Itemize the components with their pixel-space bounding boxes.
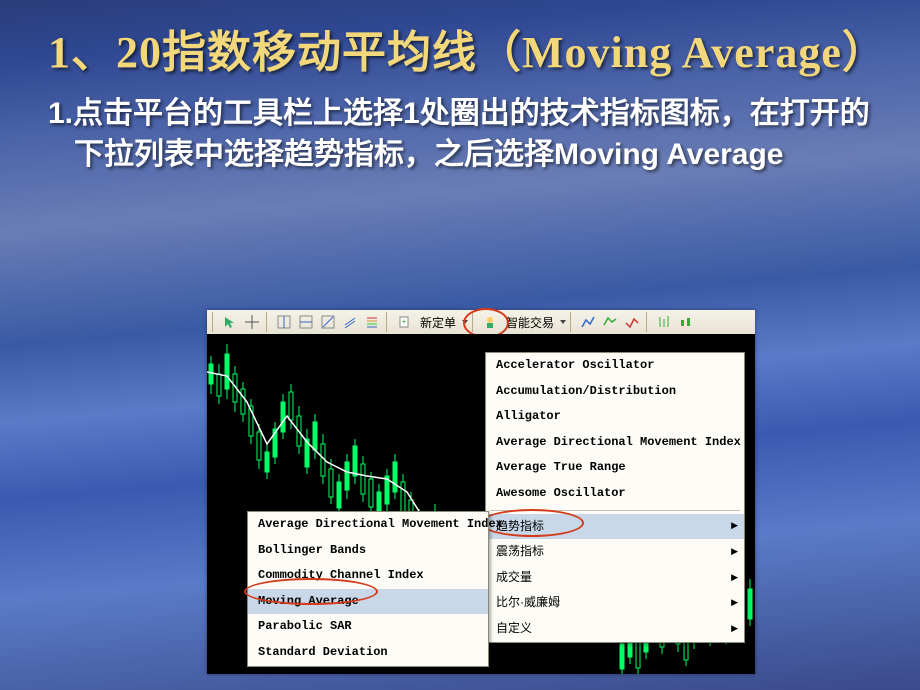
toolbar-separator bbox=[386, 312, 390, 332]
candles-icon[interactable] bbox=[676, 312, 696, 332]
menu-item[interactable]: Alligator bbox=[486, 404, 744, 430]
dropdown-icon[interactable] bbox=[462, 317, 468, 327]
menu-item-trend[interactable]: 趋势指标 ▶ bbox=[486, 514, 744, 540]
cursor-icon[interactable] bbox=[220, 312, 240, 332]
new-order-label[interactable]: 新定单 bbox=[416, 314, 460, 331]
submenu-item[interactable]: Bollinger Bands bbox=[248, 538, 488, 564]
submenu-arrow-icon: ▶ bbox=[731, 521, 738, 533]
bars-icon[interactable] bbox=[654, 312, 674, 332]
period-icon[interactable] bbox=[600, 312, 620, 332]
menu-item-label: 自定义 bbox=[496, 621, 532, 635]
slide: 1、20指数移动平均线（Moving Average） 1.点击平台的工具栏上选… bbox=[0, 0, 920, 690]
template-icon[interactable] bbox=[622, 312, 642, 332]
menu-item-label: 震荡指标 bbox=[496, 544, 544, 558]
menu-item[interactable]: Awesome Oscillator bbox=[486, 481, 744, 507]
crosshair-icon[interactable] bbox=[242, 312, 262, 332]
svg-text:+: + bbox=[402, 317, 407, 326]
submenu-item[interactable]: Standard Deviation bbox=[248, 640, 488, 666]
fibo-icon[interactable] bbox=[362, 312, 382, 332]
channel-icon[interactable] bbox=[340, 312, 360, 332]
menu-item[interactable]: 比尔·威廉姆 ▶ bbox=[486, 590, 744, 616]
slide-title: 1、20指数移动平均线（Moving Average） bbox=[48, 28, 872, 79]
menu-item[interactable]: 震荡指标 ▶ bbox=[486, 539, 744, 565]
platform-screenshot: + 新定单 智能交易 bbox=[207, 310, 755, 674]
trend-submenu[interactable]: Average Directional Movement Index Bolli… bbox=[247, 511, 489, 667]
submenu-item[interactable]: Commodity Channel Index bbox=[248, 563, 488, 589]
toolbar-separator bbox=[266, 312, 270, 332]
menu-item-label: 成交量 bbox=[496, 570, 532, 584]
menu-item[interactable]: Accelerator Oscillator bbox=[486, 353, 744, 379]
trendline-icon[interactable] bbox=[318, 312, 338, 332]
submenu-arrow-icon: ▶ bbox=[731, 546, 738, 558]
menu-item[interactable]: 成交量 ▶ bbox=[486, 565, 744, 591]
vline-icon[interactable] bbox=[274, 312, 294, 332]
menu-divider bbox=[490, 510, 740, 511]
indicator-menu[interactable]: Accelerator Oscillator Accumulation/Dist… bbox=[485, 352, 745, 643]
slide-body: 1.点击平台的工具栏上选择1处圈出的技术指标图标，在打开的下拉列表中选择趋势指标… bbox=[48, 93, 872, 176]
indicator-icon[interactable] bbox=[578, 312, 598, 332]
submenu-arrow-icon: ▶ bbox=[731, 623, 738, 635]
toolbar: + 新定单 智能交易 bbox=[207, 310, 755, 335]
menu-item[interactable]: Accumulation/Distribution bbox=[486, 379, 744, 405]
toolbar-separator bbox=[212, 312, 216, 332]
toolbar-separator bbox=[646, 312, 650, 332]
menu-item-label: 趋势指标 bbox=[496, 519, 544, 533]
menu-item-label: 比尔·威廉姆 bbox=[496, 595, 560, 609]
submenu-item[interactable]: Average Directional Movement Index bbox=[248, 512, 488, 538]
submenu-item[interactable]: Parabolic SAR bbox=[248, 614, 488, 640]
toolbar-separator bbox=[472, 312, 476, 332]
submenu-item-moving-average[interactable]: Moving Average bbox=[248, 589, 488, 615]
toolbar-separator bbox=[570, 312, 574, 332]
auto-trade-label[interactable]: 智能交易 bbox=[502, 314, 558, 331]
submenu-arrow-icon: ▶ bbox=[731, 572, 738, 584]
menu-item[interactable]: Average Directional Movement Index bbox=[486, 430, 744, 456]
expert-icon[interactable] bbox=[480, 312, 500, 332]
new-order-icon[interactable]: + bbox=[394, 312, 414, 332]
submenu-arrow-icon: ▶ bbox=[731, 597, 738, 609]
chart-area: Accelerator Oscillator Accumulation/Dist… bbox=[207, 334, 755, 674]
menu-item[interactable]: 自定义 ▶ bbox=[486, 616, 744, 642]
hline-icon[interactable] bbox=[296, 312, 316, 332]
dropdown-icon[interactable] bbox=[560, 317, 566, 327]
menu-item[interactable]: Average True Range bbox=[486, 455, 744, 481]
